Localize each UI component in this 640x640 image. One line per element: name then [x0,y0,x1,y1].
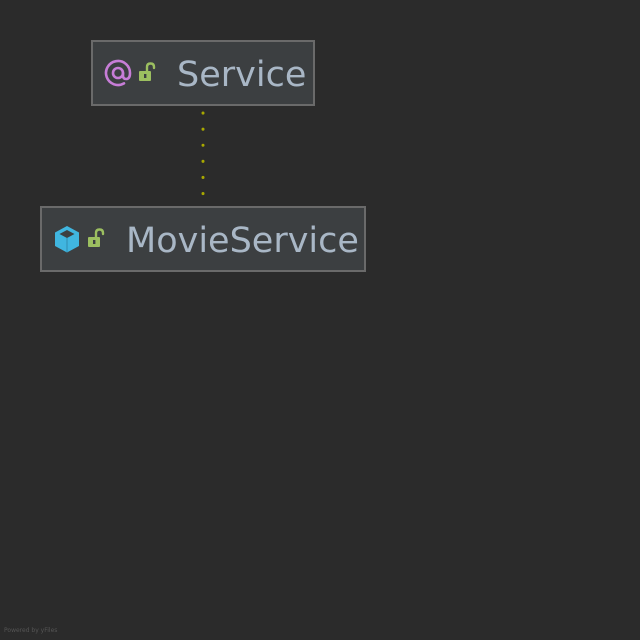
class-cube-icon [52,224,82,254]
service-node[interactable]: Service [91,40,315,106]
movie-service-node[interactable]: MovieService [40,206,366,272]
movie-service-label: MovieService [126,221,359,261]
open-lock-icon [138,62,158,84]
open-lock-icon [87,228,107,250]
service-label: Service [177,55,307,95]
diagram-canvas: Service MovieService Powered by yFiles [0,0,640,640]
annotation-at-icon [103,58,133,88]
powered-by-footer: Powered by yFiles [4,627,58,634]
